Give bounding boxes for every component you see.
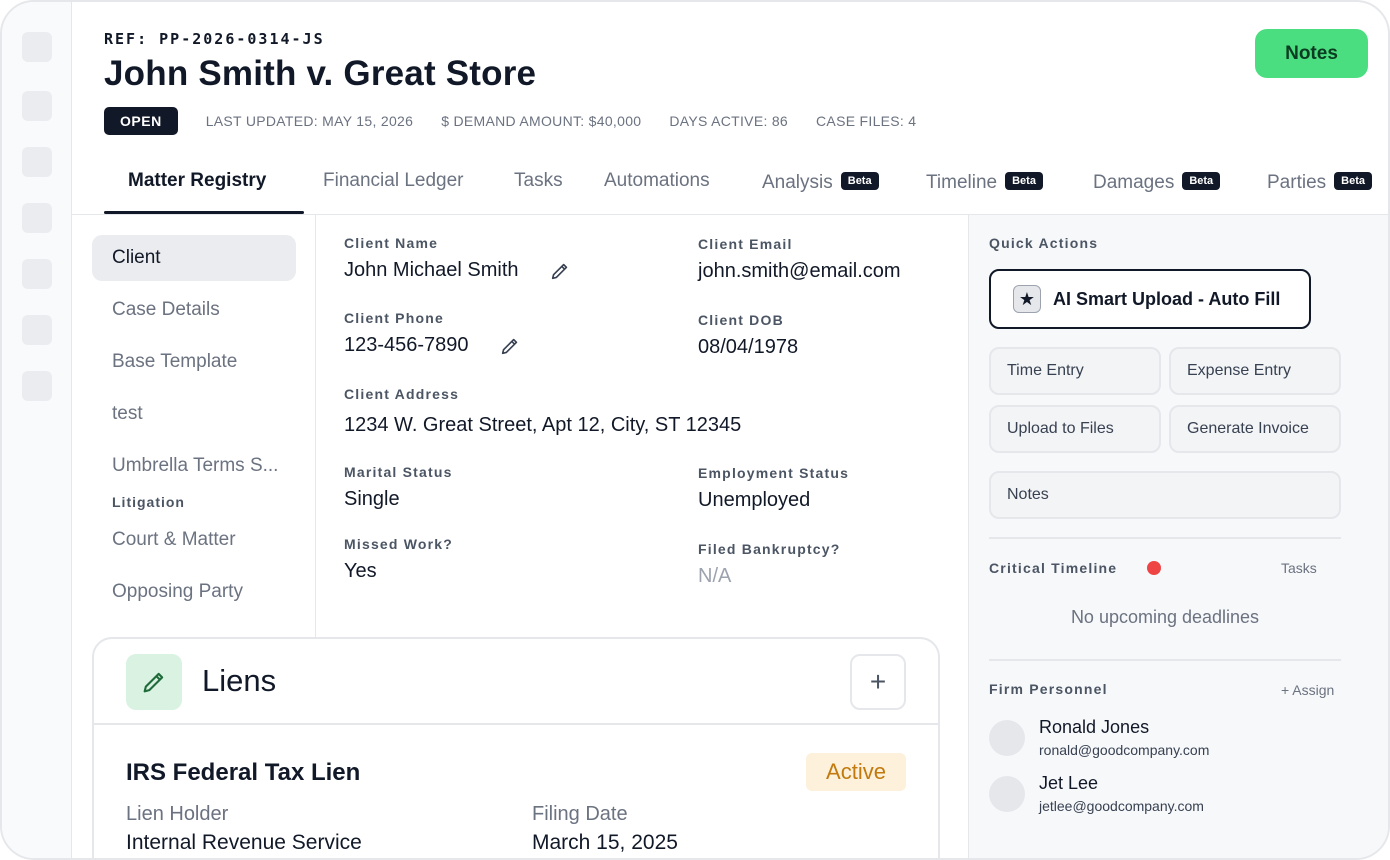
filing-date-value: March 15, 2025 [532,831,678,854]
sidebar-item-client[interactable]: Client [92,235,296,281]
app-window: REF: PP-2026-0314-JS John Smith v. Great… [0,0,1390,860]
lien-name: IRS Federal Tax Lien [126,759,361,786]
quick-actions-label: Quick Actions [989,235,1099,251]
rail-item-7[interactable] [22,371,52,401]
case-meta-bar: OPEN LAST UPDATED: MAY 15, 2026 $ DEMAND… [104,107,916,135]
lien-status-badge: Active [806,753,906,791]
client-dob-label: Client DOB [698,312,784,328]
ai-smart-upload-label: AI Smart Upload - Auto Fill [1053,288,1281,309]
client-dob-field: Client DOB 08/04/1978 [698,312,798,359]
personnel-name: Ronald Jones [1039,717,1150,737]
employment-status-field: Employment Status Unemployed [698,465,849,512]
missed-work-label: Missed Work? [344,536,454,552]
case-reference: REF: PP-2026-0314-JS [104,30,325,48]
filed-bankruptcy-value: N/A [698,565,732,587]
client-email-field: Client Email john.smith@email.com [698,236,901,283]
firm-personnel-label: Firm Personnel [989,681,1108,697]
add-lien-button[interactable]: + [850,654,906,710]
right-panel: Quick Actions ★ AI Smart Upload - Auto F… [968,215,1388,858]
client-phone-field: Client Phone 123-456-7890 [344,310,521,357]
days-active: DAYS ACTIVE: 86 [669,113,789,129]
status-badge: OPEN [104,107,178,135]
client-phone-label: Client Phone [344,310,444,326]
notes-quick-button[interactable]: Notes [989,471,1341,519]
sidebar-item-case-details[interactable]: Case Details [92,287,296,333]
star-icon: ★ [1013,285,1041,313]
client-email-label: Client Email [698,236,793,252]
lien-holder-label: Lien Holder [126,803,229,825]
rail-item-2[interactable] [22,91,52,121]
alert-dot-icon [1147,561,1161,575]
section-divider [989,659,1341,661]
personnel-email: jetlee@goodcompany.com [1039,798,1204,814]
rail-item-4[interactable] [22,203,52,233]
edit-pencil-icon[interactable] [499,335,521,357]
personnel-email: ronald@goodcompany.com [1039,742,1210,758]
last-updated: LAST UPDATED: MAY 15, 2026 [205,113,414,129]
client-name-field: Client Name John Michael Smith [344,235,571,282]
avatar [989,720,1025,756]
liens-card-header: Liens + [94,639,938,725]
empty-deadlines-message: No upcoming deadlines [1070,607,1260,627]
liens-title: Liens [202,663,277,698]
avatar [989,776,1025,812]
beta-badge: Beta [1005,171,1043,190]
tab-matter-registry[interactable]: Matter Registry [104,162,304,214]
client-details-form: Client Name John Michael Smith Client Em… [316,215,968,637]
client-name-value: John Michael Smith [344,259,519,281]
client-address-label: Client Address [344,386,460,402]
upload-to-files-button[interactable]: Upload to Files [989,405,1161,453]
client-name-label: Client Name [344,235,439,251]
beta-badge: Beta [1182,171,1221,190]
liens-card: Liens + IRS Federal Tax Lien Active Lien… [92,637,940,858]
sidebar-item-umbrella-terms[interactable]: Umbrella Terms S... [92,443,296,489]
filing-date-label: Filing Date [532,803,628,825]
rail-item-3[interactable] [22,147,52,177]
rail-item-1[interactable] [22,32,52,62]
notes-button[interactable]: Notes [1255,29,1368,78]
edit-pencil-icon[interactable] [549,260,571,282]
tab-bar: Matter Registry Financial Ledger Tasks A… [104,162,1388,214]
client-phone-value: 123-456-7890 [344,334,469,356]
client-email-value: john.smith@email.com [698,260,901,282]
sidebar-group-litigation: Litigation [112,494,185,510]
employment-status-value: Unemployed [698,489,811,511]
beta-badge: Beta [840,171,879,190]
client-address-value: 1234 W. Great Street, Apt 12, City, ST 1… [344,414,742,436]
rail-item-5[interactable] [22,259,52,289]
pencil-icon [126,654,182,710]
time-entry-button[interactable]: Time Entry [989,347,1161,395]
generate-invoice-button[interactable]: Generate Invoice [1169,405,1341,453]
client-address-field: Client Address 1234 W. Great Street, Apt… [344,386,741,437]
marital-status-field: Marital Status Single [344,464,453,511]
tasks-link[interactable]: Tasks [1281,560,1317,576]
personnel-name: Jet Lee [1039,773,1099,793]
expense-entry-button[interactable]: Expense Entry [1169,347,1341,395]
ai-smart-upload-button[interactable]: ★ AI Smart Upload - Auto Fill [989,269,1311,329]
marital-status-value: Single [344,488,400,510]
page-title: John Smith v. Great Store [104,54,537,93]
missed-work-field: Missed Work? Yes [344,536,453,583]
assign-link[interactable]: + Assign [1281,682,1334,698]
critical-timeline-label: Critical Timeline [989,560,1118,576]
section-divider [989,537,1341,539]
sidebar-item-court-matter[interactable]: Court & Matter [92,517,296,563]
sidebar-item-test[interactable]: test [92,391,296,437]
marital-status-label: Marital Status [344,464,453,480]
filed-bankruptcy-field: Filed Bankruptcy? N/A [698,541,841,588]
demand-amount: $ DEMAND AMOUNT: $40,000 [441,113,642,129]
filed-bankruptcy-label: Filed Bankruptcy? [698,541,841,557]
left-rail [2,2,72,858]
sidebar-item-opposing-party[interactable]: Opposing Party [92,569,296,615]
sidebar-item-base-template[interactable]: Base Template [92,339,296,385]
section-sidebar: Client Case Details Base Template test U… [72,215,316,637]
case-files-count: CASE FILES: 4 [816,113,917,129]
employment-status-label: Employment Status [698,465,850,481]
beta-badge: Beta [1334,171,1372,190]
rail-item-6[interactable] [22,315,52,345]
client-dob-value: 08/04/1978 [698,336,799,358]
lien-holder-value: Internal Revenue Service [126,831,362,854]
missed-work-value: Yes [344,560,377,582]
